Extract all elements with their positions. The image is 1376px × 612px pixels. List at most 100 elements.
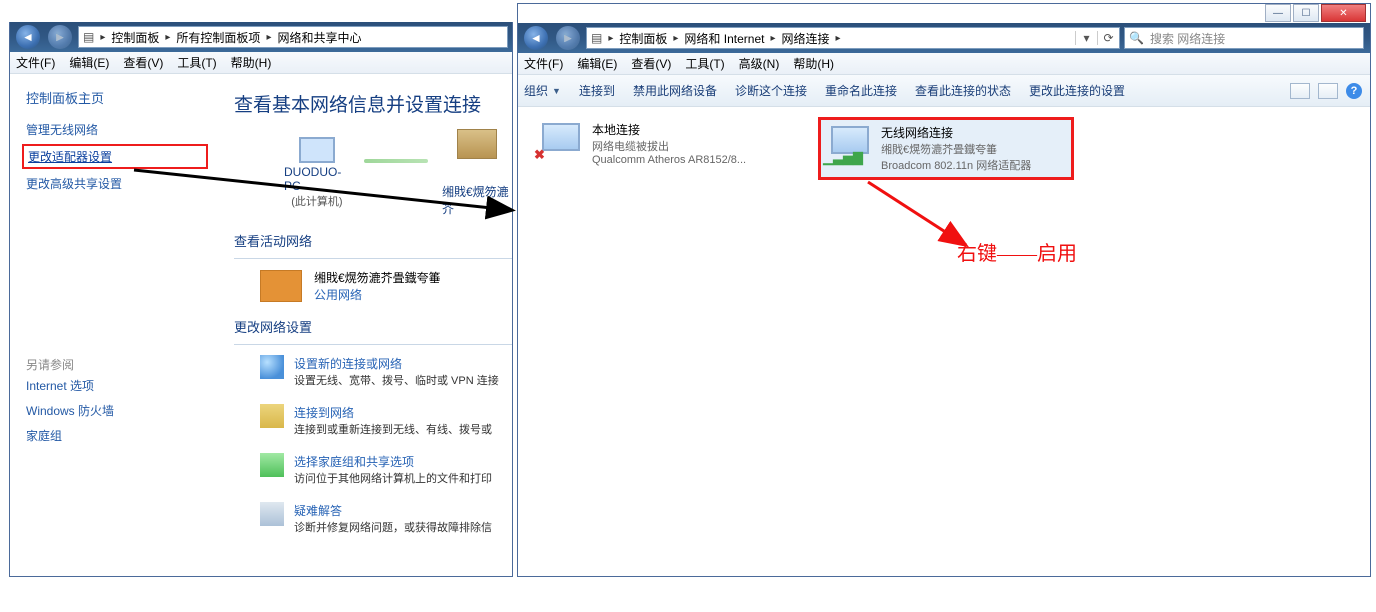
option-desc: 设置无线、宽带、拨号、临时或 VPN 连接 [294, 372, 499, 388]
breadcrumb-item[interactable]: 网络和 Internet [680, 28, 768, 49]
option-connect[interactable]: 连接到网络连接到或重新连接到无线、有线、拨号或 [260, 404, 512, 437]
cmd-connect-to[interactable]: 连接到 [579, 82, 615, 99]
sidebar-link-sharing[interactable]: 更改高级共享设置 [26, 171, 204, 196]
breadcrumb-item[interactable]: 网络连接 [777, 28, 833, 49]
address-bar[interactable]: ▤ ▸ 控制面板 ▸ 网络和 Internet ▸ 网络连接 ▸ ▾ ⟳ [586, 27, 1120, 49]
pc-name: DUODUO-PC [284, 165, 350, 193]
address-bar[interactable]: ▤ ▸ 控制面板 ▸ 所有控制面板项 ▸ 网络和共享中心 [78, 26, 508, 48]
menu-bar: 文件(F) 编辑(E) 查看(V) 工具(T) 帮助(H) [10, 52, 512, 74]
menu-help[interactable]: 帮助(H) [231, 54, 272, 71]
left-window: ◄ ► ▤ ▸ 控制面板 ▸ 所有控制面板项 ▸ 网络和共享中心 文件(F) 编… [9, 22, 513, 577]
device-status: 网络电缆被拔出 [592, 138, 746, 154]
menu-view[interactable]: 查看(V) [123, 54, 163, 71]
option-desc: 连接到或重新连接到无线、有线、拨号或 [294, 421, 492, 437]
sidebar-link-internet-options[interactable]: Internet 选项 [26, 373, 204, 398]
folder-view: ✖ 本地连接 网络电缆被拔出 Qualcomm Atheros AR8152/8… [518, 107, 1370, 190]
refresh-button[interactable]: ⟳ [1097, 31, 1119, 45]
maximize-button[interactable]: ☐ [1293, 4, 1319, 22]
menu-file[interactable]: 文件(F) [524, 55, 563, 72]
menu-tools[interactable]: 工具(T) [177, 54, 216, 71]
breadcrumb-item[interactable]: 控制面板 [615, 28, 671, 49]
menu-view[interactable]: 查看(V) [631, 55, 671, 72]
home-icon [260, 453, 284, 477]
menu-edit[interactable]: 编辑(E) [577, 55, 617, 72]
forward-button[interactable]: ► [556, 26, 580, 50]
main-pane: 查看基本网络信息并设置连接 DUODUO-PC (此计算机) 缃戝€熀笏漉芥 查… [220, 74, 512, 576]
menu-edit[interactable]: 编辑(E) [69, 54, 109, 71]
cmd-rename[interactable]: 重命名此连接 [825, 82, 897, 99]
device-adapter: Qualcomm Atheros AR8152/8... [592, 154, 746, 166]
device-adapter: Broadcom 802.11n 网络适配器 [881, 157, 1031, 173]
option-desc: 诊断并修复网络问题，或获得故障排除信 [294, 519, 492, 535]
breadcrumb-item[interactable]: 控制面板 [107, 27, 163, 48]
device-icon: ▁▃▅▇ [825, 124, 873, 164]
see-also-label: 另请参阅 [26, 356, 204, 373]
section-change-label: 更改网络设置 [234, 317, 512, 336]
title-controls: — ☐ ✕ [518, 4, 1370, 23]
chevron-down-icon: ▼ [552, 86, 561, 96]
search-icon: 🔍 [1129, 31, 1144, 45]
bench-icon [260, 270, 302, 302]
cmd-diagnose[interactable]: 诊断这个连接 [735, 82, 807, 99]
page-title: 查看基本网络信息并设置连接 [234, 90, 512, 117]
right-window: — ☐ ✕ ◄ ► ▤ ▸ 控制面板 ▸ 网络和 Internet ▸ 网络连接… [517, 3, 1371, 577]
cmd-disable[interactable]: 禁用此网络设备 [633, 82, 717, 99]
breadcrumb-item[interactable]: 所有控制面板项 [172, 27, 264, 48]
device-local-connection[interactable]: ✖ 本地连接 网络电缆被拔出 Qualcomm Atheros AR8152/8… [532, 117, 788, 180]
option-desc: 访问位于其他网络计算机上的文件和打印 [294, 470, 492, 486]
view-options-button[interactable] [1290, 83, 1310, 99]
menu-tools[interactable]: 工具(T) [685, 55, 724, 72]
active-network: 缃戝€熀笏漉芥畳鐡夸箠 公用网络 [260, 269, 512, 303]
breadcrumb-sep-icon: ▸ [671, 33, 680, 44]
internet-name: 缃戝€熀笏漉芥 [442, 183, 512, 217]
cmd-status[interactable]: 查看此连接的状态 [915, 82, 1011, 99]
sidebar: 控制面板主页 管理无线网络 更改适配器设置 更改高级共享设置 另请参阅 Inte… [10, 74, 220, 576]
address-icon: ▤ [591, 31, 602, 45]
pc-sub: (此计算机) [291, 193, 342, 209]
command-bar: 组织▼ 连接到 禁用此网络设备 诊断这个连接 重命名此连接 查看此连接的状态 更… [518, 75, 1370, 107]
search-placeholder: 搜索 网络连接 [1150, 30, 1225, 47]
divider [234, 344, 512, 345]
internet-node: 缃戝€熀笏漉芥 [442, 129, 512, 217]
divider [234, 258, 512, 259]
device-icon: ✖ [536, 121, 584, 161]
option-troubleshoot[interactable]: 疑难解答诊断并修复网络问题，或获得故障排除信 [260, 502, 512, 535]
connection-line-icon [364, 159, 428, 163]
cmd-organize[interactable]: 组织▼ [524, 82, 561, 99]
address-dropdown[interactable]: ▾ [1075, 31, 1097, 45]
sidebar-link-firewall[interactable]: Windows 防火墙 [26, 398, 204, 423]
preview-pane-button[interactable] [1318, 83, 1338, 99]
active-network-type[interactable]: 公用网络 [314, 286, 441, 303]
help-button[interactable]: ? [1346, 83, 1362, 99]
menu-file[interactable]: 文件(F) [16, 54, 55, 71]
back-button[interactable]: ◄ [16, 25, 40, 49]
option-homegroup[interactable]: 选择家庭组和共享选项访问位于其他网络计算机上的文件和打印 [260, 453, 512, 486]
device-status: 缃戝€熀笏漉芥畳鐡夸箠 [881, 141, 1031, 157]
menu-help[interactable]: 帮助(H) [793, 55, 834, 72]
breadcrumb-item[interactable]: 网络和共享中心 [273, 27, 365, 48]
device-wireless-connection[interactable]: ▁▃▅▇ 无线网络连接 缃戝€熀笏漉芥畳鐡夸箠 Broadcom 802.11n… [818, 117, 1074, 180]
navbar-right: ◄ ► ▤ ▸ 控制面板 ▸ 网络和 Internet ▸ 网络连接 ▸ ▾ ⟳… [518, 23, 1370, 53]
sidebar-link-adapter-settings[interactable]: 更改适配器设置 [22, 144, 208, 169]
sidebar-link-wireless[interactable]: 管理无线网络 [26, 117, 204, 142]
address-icon: ▤ [83, 30, 94, 44]
breadcrumb-sep-icon: ▸ [163, 32, 172, 43]
internet-icon [457, 129, 497, 159]
cmd-change-settings[interactable]: 更改此连接的设置 [1029, 82, 1125, 99]
active-network-name: 缃戝€熀笏漉芥畳鐡夸箠 [314, 269, 441, 286]
tools-icon [260, 502, 284, 526]
sidebar-link-homegroup[interactable]: 家庭组 [26, 423, 204, 448]
section-active-label: 查看活动网络 [234, 231, 512, 250]
search-box[interactable]: 🔍 搜索 网络连接 [1124, 27, 1364, 49]
back-button[interactable]: ◄ [524, 26, 548, 50]
menu-advanced[interactable]: 高级(N) [739, 55, 780, 72]
plug-icon [260, 404, 284, 428]
window-body: 控制面板主页 管理无线网络 更改适配器设置 更改高级共享设置 另请参阅 Inte… [10, 74, 512, 576]
minimize-button[interactable]: — [1265, 4, 1291, 22]
signal-icon: ▁▃▅▇ [823, 150, 863, 166]
close-button[interactable]: ✕ [1321, 4, 1366, 22]
menu-bar: 文件(F) 编辑(E) 查看(V) 工具(T) 高级(N) 帮助(H) [518, 53, 1370, 75]
forward-button[interactable]: ► [48, 25, 72, 49]
breadcrumb-sep-icon: ▸ [768, 33, 777, 44]
option-new-connection[interactable]: 设置新的连接或网络设置无线、宽带、拨号、临时或 VPN 连接 [260, 355, 512, 388]
